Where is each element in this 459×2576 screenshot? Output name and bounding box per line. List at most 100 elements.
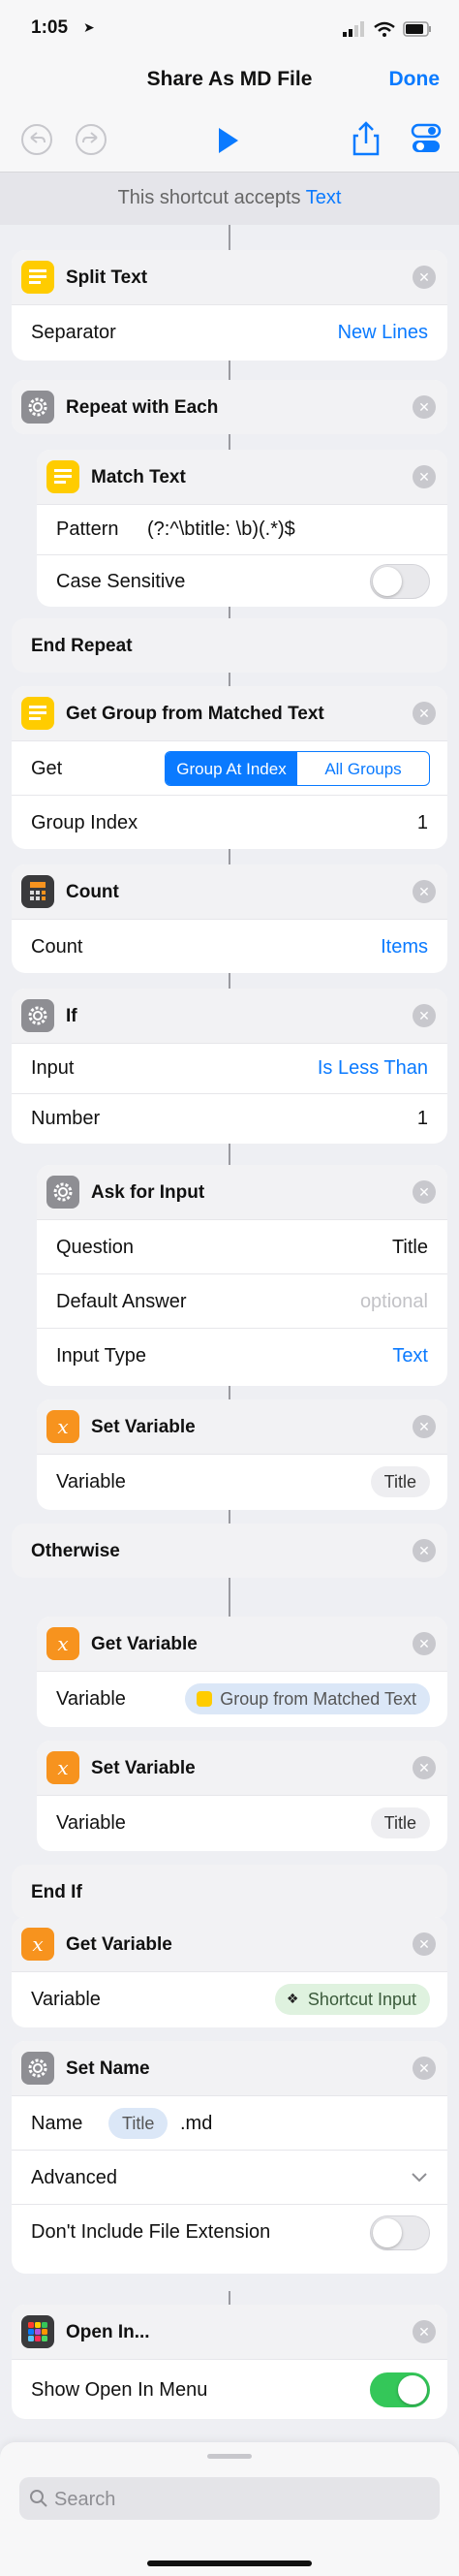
count-row[interactable]: Count Items bbox=[12, 919, 447, 973]
group-index-value[interactable]: 1 bbox=[417, 812, 428, 834]
remove-action-icon[interactable]: ✕ bbox=[413, 1415, 436, 1438]
question-value[interactable]: Title bbox=[392, 1237, 428, 1259]
variable-row[interactable]: Variable Group from Matched Text bbox=[37, 1671, 447, 1725]
separator-value[interactable]: New Lines bbox=[338, 322, 428, 344]
input-type-row[interactable]: Input Type Text bbox=[37, 1328, 447, 1382]
pattern-row[interactable]: Pattern (?:^\btitle: \b)(.*)$ bbox=[37, 504, 447, 554]
count-value[interactable]: Items bbox=[381, 936, 428, 958]
connector-line bbox=[229, 2291, 230, 2305]
play-icon[interactable] bbox=[215, 126, 242, 155]
undo-icon[interactable] bbox=[19, 122, 54, 157]
accepts-banner[interactable]: This shortcut accepts Text bbox=[0, 173, 459, 225]
connector-line bbox=[229, 973, 230, 989]
get-row: Get Group At Index All Groups bbox=[12, 740, 447, 795]
remove-action-icon[interactable]: ✕ bbox=[413, 266, 436, 289]
action-title: Ask for Input bbox=[91, 1182, 205, 1203]
remove-action-icon[interactable]: ✕ bbox=[413, 1932, 436, 1956]
search-placeholder: Search bbox=[54, 2489, 116, 2510]
question-row[interactable]: Question Title bbox=[37, 1219, 447, 1273]
separator-label: Separator bbox=[31, 322, 116, 343]
variable-x-icon: x bbox=[46, 1627, 79, 1660]
separator-row[interactable]: Separator New Lines bbox=[12, 304, 447, 359]
remove-action-icon[interactable]: ✕ bbox=[413, 1180, 436, 1204]
remove-action-icon[interactable]: ✕ bbox=[413, 465, 436, 488]
gear-icon bbox=[21, 391, 54, 424]
end-repeat-block: End Repeat bbox=[12, 618, 447, 673]
status-time: 1:05 bbox=[31, 17, 69, 38]
if-input-row[interactable]: Input Is Less Than bbox=[12, 1043, 447, 1093]
file-extension-row: Don't Include File Extension bbox=[12, 2204, 447, 2258]
variable-row[interactable]: Variable Title bbox=[37, 1795, 447, 1849]
group-index-row[interactable]: Group Index 1 bbox=[12, 795, 447, 849]
name-row[interactable]: Name Title .md bbox=[12, 2095, 447, 2150]
count-action: Count ✕ Count Items bbox=[12, 864, 447, 973]
redo-icon[interactable] bbox=[74, 122, 108, 157]
remove-action-icon[interactable]: ✕ bbox=[413, 2320, 436, 2343]
remove-action-icon[interactable]: ✕ bbox=[413, 1004, 436, 1027]
remove-action-icon[interactable]: ✕ bbox=[413, 1632, 436, 1655]
actions-search-sheet: Search bbox=[0, 2442, 459, 2576]
search-icon bbox=[30, 2490, 47, 2507]
variable-name-pill[interactable]: Title bbox=[370, 1807, 430, 1838]
action-title: Count bbox=[66, 882, 119, 902]
variable-row[interactable]: Variable ❖ Shortcut Input bbox=[12, 1971, 447, 2026]
search-input[interactable]: Search bbox=[19, 2477, 440, 2520]
input-type-value[interactable]: Text bbox=[392, 1345, 428, 1367]
remove-action-icon[interactable]: ✕ bbox=[413, 395, 436, 419]
show-open-in-row: Show Open In Menu bbox=[12, 2359, 447, 2419]
battery-icon bbox=[403, 21, 431, 37]
done-button[interactable]: Done bbox=[389, 68, 441, 91]
accepts-prefix: This shortcut accepts bbox=[117, 187, 301, 208]
group-segmented-control: Group At Index All Groups bbox=[165, 751, 430, 786]
end-repeat-label: End Repeat bbox=[31, 636, 133, 656]
remove-action-icon[interactable]: ✕ bbox=[413, 1756, 436, 1779]
default-answer-row[interactable]: Default Answer optional bbox=[37, 1273, 447, 1328]
status-bar: 1:05 ➤ bbox=[0, 0, 459, 56]
variable-x-icon: x bbox=[46, 1751, 79, 1784]
end-if-label: End If bbox=[31, 1882, 82, 1902]
variable-row[interactable]: Variable Title bbox=[37, 1454, 447, 1508]
open-in-action: Open In... ✕ Show Open In Menu bbox=[12, 2305, 447, 2419]
segment-all-groups[interactable]: All Groups bbox=[297, 752, 429, 785]
split-text-action: Split Text ✕ Separator New Lines bbox=[12, 250, 447, 361]
sheet-grabber[interactable] bbox=[207, 2454, 252, 2459]
variable-name-pill[interactable]: Title bbox=[370, 1466, 430, 1497]
variable-token-label: Group from Matched Text bbox=[220, 1689, 416, 1709]
if-action: If ✕ Input Is Less Than Number 1 bbox=[12, 989, 447, 1144]
file-extension-toggle[interactable] bbox=[370, 2215, 430, 2250]
app-grid-icon bbox=[21, 2315, 54, 2348]
default-answer-label: Default Answer bbox=[56, 1291, 187, 1312]
home-indicator bbox=[147, 2560, 312, 2566]
set-name-action: Set Name ✕ Name Title .md Advanced Don't… bbox=[12, 2041, 447, 2274]
segment-group-at-index[interactable]: Group At Index bbox=[166, 752, 297, 785]
connector-line bbox=[229, 225, 230, 250]
share-icon[interactable] bbox=[351, 120, 382, 157]
remove-action-icon[interactable]: ✕ bbox=[413, 880, 436, 903]
action-title: Split Text bbox=[66, 267, 148, 288]
settings-toggle-icon[interactable] bbox=[411, 122, 442, 155]
text-lines-icon bbox=[197, 1691, 213, 1707]
nav-bar: Share As MD File Done bbox=[0, 56, 459, 110]
gear-icon bbox=[46, 1176, 79, 1209]
chevron-down-icon bbox=[412, 2173, 427, 2183]
accepts-type[interactable]: Text bbox=[306, 187, 342, 208]
case-sensitive-toggle[interactable] bbox=[370, 564, 430, 599]
if-number-value[interactable]: 1 bbox=[417, 1108, 428, 1130]
set-variable-action: x Set Variable ✕ Variable Title bbox=[37, 1741, 447, 1851]
name-label: Name bbox=[31, 2113, 83, 2134]
remove-action-icon[interactable]: ✕ bbox=[413, 1539, 436, 1562]
name-token-pill[interactable]: Title bbox=[108, 2108, 168, 2139]
if-condition-value[interactable]: Is Less Than bbox=[318, 1057, 428, 1080]
default-answer-input[interactable]: optional bbox=[360, 1291, 428, 1313]
action-title: Get Group from Matched Text bbox=[66, 704, 324, 724]
show-open-in-toggle[interactable] bbox=[370, 2372, 430, 2407]
connector-line bbox=[229, 607, 230, 618]
remove-action-icon[interactable]: ✕ bbox=[413, 702, 436, 725]
variable-token-pill[interactable]: Group from Matched Text bbox=[185, 1683, 430, 1714]
remove-action-icon[interactable]: ✕ bbox=[413, 2057, 436, 2080]
pattern-input[interactable]: (?:^\btitle: \b)(.*)$ bbox=[147, 518, 295, 541]
variable-token-pill[interactable]: ❖ Shortcut Input bbox=[274, 1984, 430, 2015]
question-label: Question bbox=[56, 1237, 135, 1258]
advanced-row[interactable]: Advanced bbox=[12, 2150, 447, 2204]
if-number-row[interactable]: Number 1 bbox=[12, 1093, 447, 1144]
